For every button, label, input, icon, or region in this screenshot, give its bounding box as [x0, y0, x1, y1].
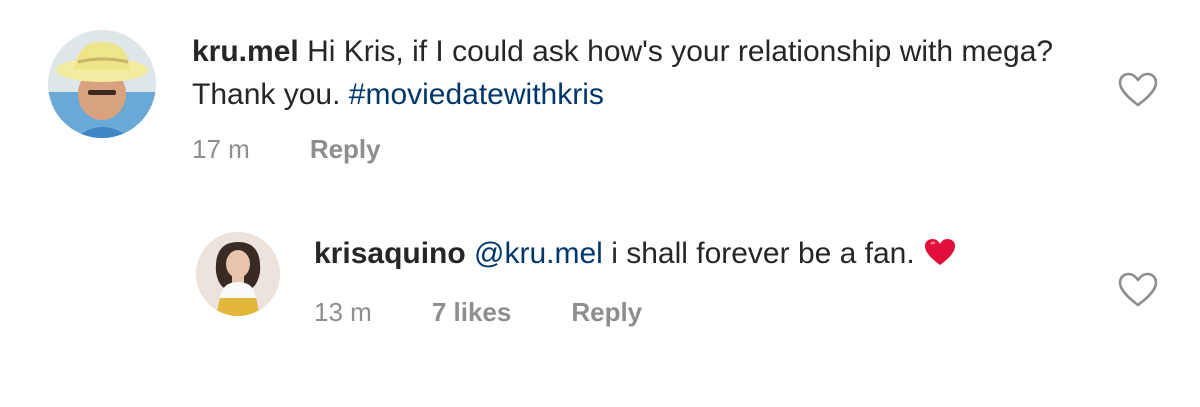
- comment-meta: 13 m 7 likes Reply: [314, 297, 1158, 328]
- hashtag-link[interactable]: #moviedatewithkris: [349, 78, 604, 111]
- comment-body: krisaquino @kru.mel i shall forever be a…: [314, 232, 1158, 328]
- like-button[interactable]: [1118, 72, 1158, 108]
- user-avatar-cowboy-hat-icon: [48, 30, 156, 138]
- like-button[interactable]: [1118, 272, 1158, 308]
- comment-message: Hi Kris, if I could ask how's your relat…: [192, 35, 1054, 111]
- timestamp: 17 m: [192, 134, 250, 164]
- avatar[interactable]: [196, 232, 280, 316]
- comment-body: kru.mel Hi Kris, if I could ask how's yo…: [192, 30, 1158, 165]
- comment-thread: kru.mel Hi Kris, if I could ask how's yo…: [0, 0, 1200, 407]
- reply-button[interactable]: Reply: [310, 134, 381, 165]
- username-link[interactable]: krisaquino: [314, 237, 466, 270]
- username-link[interactable]: kru.mel: [192, 35, 299, 68]
- likes-count[interactable]: 7 likes: [432, 297, 512, 328]
- comment-meta: 17 m Reply: [192, 134, 1158, 165]
- reply-button[interactable]: Reply: [571, 297, 642, 328]
- comment-text: kru.mel Hi Kris, if I could ask how's yo…: [192, 30, 1158, 116]
- heart-outline-icon: [1118, 72, 1158, 107]
- user-avatar-photo-icon: [196, 232, 280, 316]
- comment-message: i shall forever be a fan.: [611, 237, 915, 270]
- mention-link[interactable]: @kru.mel: [474, 237, 603, 270]
- heart-outline-icon: [1118, 272, 1158, 307]
- timestamp: 13 m: [314, 297, 372, 327]
- avatar[interactable]: [48, 30, 156, 138]
- red-heart-icon: [923, 236, 957, 279]
- reply-comment-item: krisaquino @kru.mel i shall forever be a…: [196, 232, 1158, 328]
- comment-text: krisaquino @kru.mel i shall forever be a…: [314, 232, 1158, 279]
- comment-item: kru.mel Hi Kris, if I could ask how's yo…: [48, 30, 1158, 165]
